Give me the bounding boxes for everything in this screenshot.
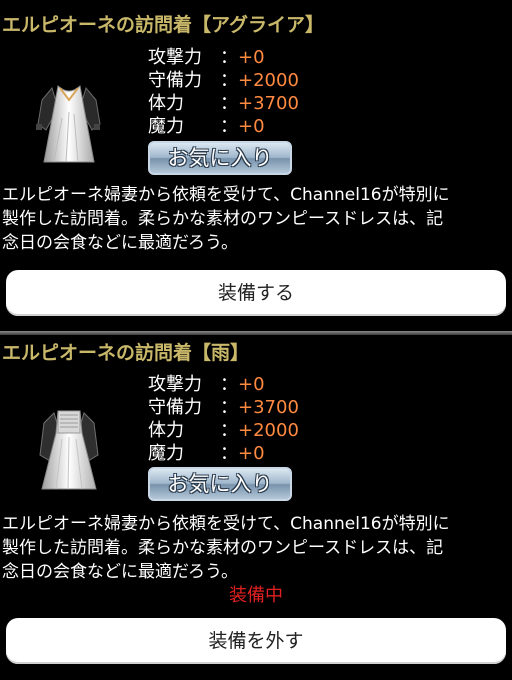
item-description: エルピオーネ婦妻から依頼を受けて、Channel16が特別に 製作した訪問着。柔… (2, 183, 510, 255)
stat-colon: ： (220, 70, 238, 91)
stats-list: 攻撃力 ：+0 守備力 ：+2000 体力 ：+3700 魔力 ：+0 (148, 46, 299, 138)
equip-button[interactable]: 装備する (6, 270, 506, 316)
stat-defense: 守備力 ：+3700 (148, 396, 299, 419)
stat-colon: ： (220, 443, 238, 464)
stat-colon: ： (220, 116, 238, 137)
stat-label: 守備力 (148, 397, 202, 418)
dress-icon (30, 405, 108, 493)
description-line: エルピオーネ婦妻から依頼を受けて、Channel16が特別に (2, 514, 450, 534)
stat-label: 攻撃力 (148, 374, 202, 395)
stat-magic: 魔力 ：+0 (148, 115, 299, 138)
stat-value: +0 (238, 47, 265, 68)
item-title: エルピオーネの訪問着【アグライア】 (2, 14, 325, 36)
equipment-list: エルピオーネの訪問着【アグライア】 攻撃力 ：+0 守備力 ：+2000 体力 … (0, 0, 512, 680)
stat-hp: 体力 ：+3700 (148, 92, 299, 115)
stats-list: 攻撃力 ：+0 守備力 ：+3700 体力 ：+2000 魔力 ：+0 (148, 373, 299, 465)
stat-value: +0 (238, 116, 265, 137)
description-line: 念日の会食などに最適だろう。 (2, 562, 238, 582)
stat-value: +0 (238, 374, 265, 395)
stat-label: 魔力 (148, 116, 184, 137)
item-description: エルピオーネ婦妻から依頼を受けて、Channel16が特別に 製作した訪問着。柔… (2, 512, 510, 584)
favorite-button[interactable]: お気に入り (148, 141, 292, 175)
item-title: エルピオーネの訪問着【雨】 (2, 342, 250, 364)
stat-value: +0 (238, 443, 265, 464)
stat-colon: ： (220, 93, 238, 114)
stat-colon: ： (220, 420, 238, 441)
stat-label: 守備力 (148, 70, 202, 91)
stat-attack: 攻撃力 ：+0 (148, 373, 299, 396)
item-card-rain: エルピオーネの訪問着【雨】 攻撃力 ：+0 守備力 ：+3700 体力 ：+20… (0, 337, 512, 680)
stat-value: +2000 (238, 420, 299, 441)
stat-label: 攻撃力 (148, 47, 202, 68)
description-line: エルピオーネ婦妻から依頼を受けて、Channel16が特別に (2, 185, 450, 205)
stat-colon: ： (220, 374, 238, 395)
stat-magic: 魔力 ：+0 (148, 442, 299, 465)
equipped-status-label: 装備中 (229, 585, 283, 606)
stat-value: +3700 (238, 93, 299, 114)
stat-attack: 攻撃力 ：+0 (148, 46, 299, 69)
stat-hp: 体力 ：+2000 (148, 419, 299, 442)
stat-defense: 守備力 ：+2000 (148, 69, 299, 92)
description-line: 製作した訪問着。柔らかな素材のワンピースドレスは、記 (2, 538, 444, 558)
dress-icon (30, 78, 108, 166)
description-line: 製作した訪問着。柔らかな素材のワンピースドレスは、記 (2, 209, 444, 229)
stat-label: 体力 (148, 93, 184, 114)
item-card-aglaia: エルピオーネの訪問着【アグライア】 攻撃力 ：+0 守備力 ：+2000 体力 … (0, 0, 512, 330)
stat-value: +2000 (238, 70, 299, 91)
stat-value: +3700 (238, 397, 299, 418)
stat-label: 魔力 (148, 443, 184, 464)
stat-label: 体力 (148, 420, 184, 441)
unequip-button[interactable]: 装備を外す (6, 618, 506, 664)
stat-colon: ： (220, 397, 238, 418)
divider (0, 331, 512, 335)
stat-colon: ： (220, 47, 238, 68)
favorite-button[interactable]: お気に入り (148, 467, 292, 501)
description-line: 念日の会食などに最適だろう。 (2, 233, 238, 253)
